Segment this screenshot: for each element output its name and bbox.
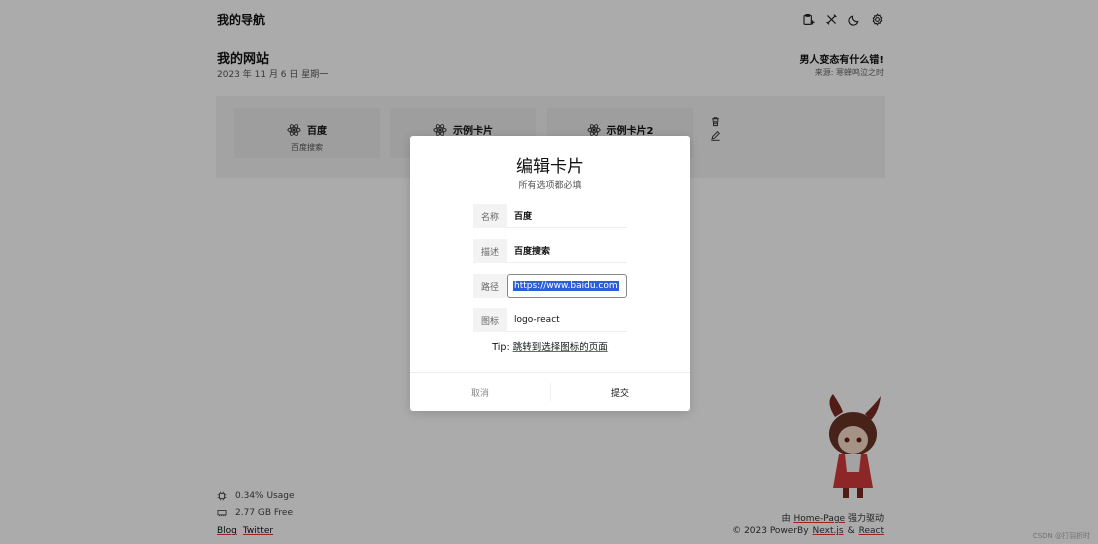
path-input-value: https://www.baidu.com (513, 281, 619, 291)
path-label: 路径 (473, 274, 507, 298)
tip-text: Tip: 跳转到选择图标的页面 (410, 339, 690, 353)
cancel-button[interactable]: 取消 (410, 373, 550, 411)
submit-button[interactable]: 提交 (550, 373, 690, 411)
icon-field[interactable]: logo-react (507, 308, 627, 332)
path-field-row: 路径 https://www.baidu.com (473, 274, 627, 298)
path-input[interactable]: https://www.baidu.com (507, 274, 627, 298)
modal-title: 编辑卡片 (516, 157, 584, 177)
name-field-row: 名称 百度 (473, 204, 627, 228)
icon-label: 图标 (473, 308, 507, 332)
name-field[interactable]: 百度 (507, 204, 627, 228)
name-label: 名称 (473, 204, 507, 228)
icon-page-link[interactable]: 跳转到选择图标的页面 (513, 342, 608, 353)
desc-label: 描述 (473, 239, 507, 263)
icon-field-row: 图标 logo-react (473, 308, 627, 332)
desc-field-row: 描述 百度搜索 (473, 239, 627, 263)
desc-field[interactable]: 百度搜索 (507, 239, 627, 263)
tip-prefix: Tip: (492, 342, 513, 353)
edit-card-modal: 编辑卡片 所有选项都必填 名称 百度 描述 百度搜索 路径 https://ww… (410, 136, 690, 411)
modal-subtitle: 所有选项都必填 (518, 181, 582, 191)
